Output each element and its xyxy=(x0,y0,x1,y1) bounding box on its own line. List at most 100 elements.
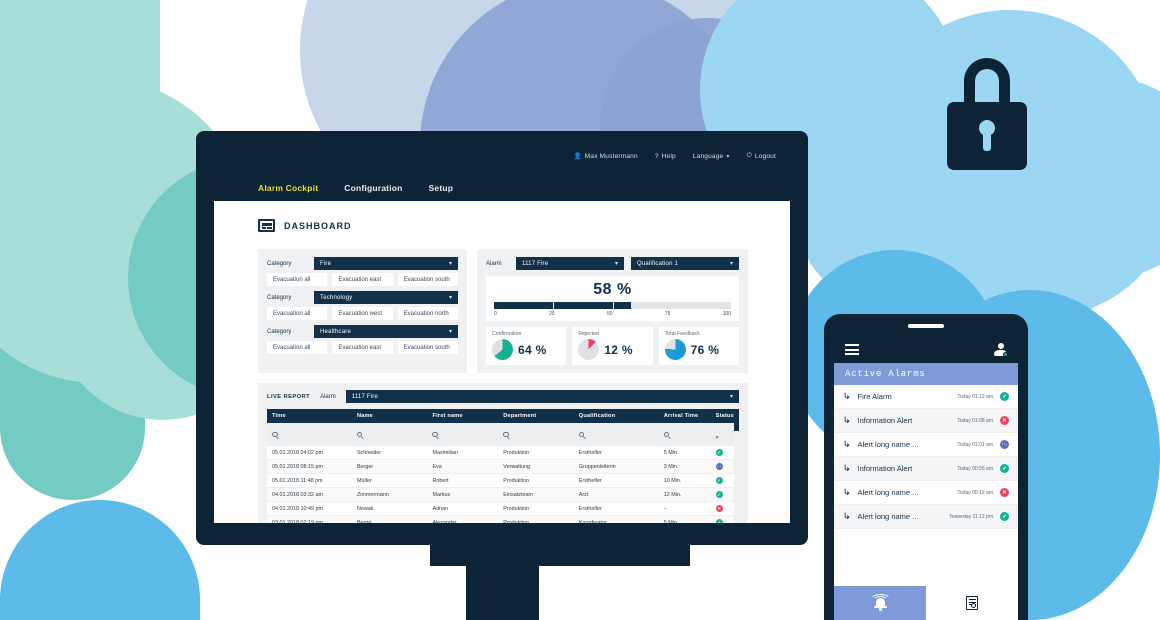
alarm-status-panel: Alarm 1117 Fire ▾ Qualification 1 ▾ 58 % xyxy=(477,249,748,373)
search-icon xyxy=(272,431,278,438)
column-header-department[interactable]: Department xyxy=(498,409,574,423)
category-value: Healthcare xyxy=(320,328,352,335)
table-scrollbar-thumb[interactable] xyxy=(734,409,739,431)
table-scrollbar[interactable] xyxy=(734,409,739,523)
cell-first-name: Maximilian xyxy=(427,446,499,460)
table-row[interactable]: 04.01.2018 10:49 pm Nowak Adrian Produktion… xyxy=(267,501,739,516)
question-mark-icon: ? xyxy=(654,152,659,160)
category-select-technology[interactable]: Technology ▾ xyxy=(314,291,458,304)
category-value: Fire xyxy=(320,260,332,267)
cell-qualification: Gruppenleiterin xyxy=(573,459,659,474)
live-report-table: Time Name First name Department Qualific… xyxy=(267,409,739,523)
column-header-qualification[interactable]: Qualification xyxy=(573,409,659,423)
cell-name: Schneider xyxy=(351,446,428,460)
live-report-title: LIVE REPORT xyxy=(267,393,311,400)
alarm-list-item[interactable]: ↳ Alert long name ... Yesterday 11:12 pm ✓ xyxy=(834,505,1018,529)
page-title-label: DASHBOARD xyxy=(284,220,352,231)
help-label: Help xyxy=(661,152,676,160)
language-label: Language xyxy=(692,152,724,160)
qualification-select[interactable]: Qualification 1 ▾ xyxy=(631,257,739,270)
nav-item-configuration[interactable]: Configuration xyxy=(344,183,402,193)
chevron-down-icon: ▾ xyxy=(729,261,733,267)
filter-cell-name[interactable] xyxy=(351,423,428,446)
column-header-time[interactable]: Time xyxy=(267,409,352,423)
alarm-selector-row: Alarm 1117 Fire ▾ Qualification 1 ▾ xyxy=(486,257,739,270)
nav-tab-alarms[interactable] xyxy=(834,586,926,620)
evacuation-button[interactable]: Evacuation north xyxy=(397,307,458,320)
mobile-alarm-list: ↳ Fire Alarm Today 01:12 am ✓ ↳ Information A… xyxy=(834,385,1018,529)
cell-department: Produktion xyxy=(498,446,574,460)
table-row[interactable]: 04.01.2018 03:32 am Zimmermann Markus Einsa… xyxy=(267,487,739,502)
bell-icon xyxy=(869,594,891,611)
cell-time: 04.01.2018 10:49 pm xyxy=(267,501,352,516)
dashboard-body: DASHBOARD Category Fire ▾ Evacuation all xyxy=(214,201,790,523)
hamburger-menu-icon[interactable] xyxy=(845,344,859,355)
alarm-status-badge: ✕ xyxy=(1000,488,1009,497)
table-header-row: Time Name First name Department Qualific… xyxy=(267,409,739,423)
evacuation-button[interactable]: Evacuation all xyxy=(267,341,328,354)
help-link[interactable]: ? Help xyxy=(655,153,676,160)
evacuation-button[interactable]: Evacuation south xyxy=(397,341,458,354)
category-select-fire[interactable]: Fire ▾ xyxy=(314,257,458,270)
filter-cell-arrival-time[interactable] xyxy=(658,423,711,446)
live-alarm-label: Alarm xyxy=(320,393,336,400)
nav-tab-log[interactable] xyxy=(926,586,1018,620)
alarm-list-item[interactable]: ↳ Fire Alarm Today 01:12 am ✓ xyxy=(834,385,1018,409)
table-row[interactable]: 05.01.2018 11:48 pm Müller Robert Produktio… xyxy=(267,473,739,488)
cell-department: Produktion xyxy=(498,473,574,488)
evacuation-button[interactable]: Evacuation west xyxy=(332,307,393,320)
column-header-name[interactable]: Name xyxy=(351,409,428,423)
live-alarm-select[interactable]: 1117 Fire ▾ xyxy=(345,390,739,403)
category-filter-panel: Category Fire ▾ Evacuation all Evacuatio… xyxy=(258,249,467,373)
gauge-value: 58 % xyxy=(593,281,632,298)
column-header-arrival-time[interactable]: Arrival Time xyxy=(658,409,711,423)
user-avatar-icon[interactable] xyxy=(994,343,1008,357)
cell-qualification: Ersthelfer xyxy=(573,501,659,516)
column-header-first-name[interactable]: First name xyxy=(427,409,499,423)
category-select-healthcare[interactable]: Healthcare ▾ xyxy=(314,325,458,338)
mobile-header xyxy=(834,336,1018,363)
category-row: Category Healthcare ▾ Evacuation all Eva… xyxy=(267,325,458,354)
filter-cell-first-name[interactable] xyxy=(427,423,499,446)
logout-link[interactable]: ⏻ Logout xyxy=(747,152,776,160)
filter-cell-department[interactable] xyxy=(498,423,574,446)
filter-cell-qualification[interactable] xyxy=(573,423,659,446)
alarm-time: Today 00:12 am xyxy=(957,489,993,496)
alarm-list-item[interactable]: ↳ Alert long name ... Today 01:01 am ··· xyxy=(834,433,1018,457)
user-name-label: Max Mustermann xyxy=(584,152,638,160)
language-selector[interactable]: Language ▾ xyxy=(693,153,730,160)
table-row[interactable]: 05.01.2018 08:15 pm Burger Eva Verwaltung Gr… xyxy=(267,459,739,474)
evacuation-button[interactable]: Evacuation south xyxy=(397,273,458,286)
alarm-label: Alarm xyxy=(486,260,502,267)
alarm-list-item[interactable]: ↳ Information Alert Today 00:55 am ✓ xyxy=(834,457,1018,481)
evacuation-button[interactable]: Evacuation all xyxy=(267,307,328,320)
cell-name: Bergé xyxy=(351,515,428,523)
nav-item-setup[interactable]: Setup xyxy=(429,183,454,193)
pie-chart-confirmation xyxy=(492,339,513,360)
table-row[interactable]: 05.01.2018 04:02 pm Schneider Maximilian Pr… xyxy=(267,446,739,460)
app-top-bar: 👤 Max Mustermann ? Help Language ▾ ⏻ Log… xyxy=(214,145,790,201)
gauge-tick: 25 xyxy=(549,311,555,317)
evacuation-button[interactable]: Evacuation east xyxy=(332,273,393,286)
pie-chart-total-feedback xyxy=(664,339,686,360)
status-badge: ··· xyxy=(715,463,723,470)
table-row[interactable]: 03.01.2018 02:19 pm Bergé Alexander Produkt… xyxy=(267,515,739,523)
nav-item-alarm-cockpit[interactable]: Alarm Cockpit xyxy=(258,183,318,193)
arrow-icon: ↳ xyxy=(842,391,851,401)
cell-first-name: Alexander xyxy=(427,515,499,523)
category-label: Category xyxy=(267,294,292,301)
donut-label: Confirmation xyxy=(492,331,522,337)
table-body: 05.01.2018 04:02 pm Schneider Maximilian Pr… xyxy=(267,446,739,523)
alarm-list-item[interactable]: ↳ Alert long name ... Today 00:12 am ✕ xyxy=(834,481,1018,505)
evacuation-button[interactable]: Evacuation all xyxy=(267,273,328,286)
chevron-down-icon: ▾ xyxy=(614,261,618,267)
user-account-link[interactable]: 👤 Max Mustermann xyxy=(574,152,638,161)
status-badge: ✓ xyxy=(715,519,723,523)
cell-time: 05.01.2018 04:02 pm xyxy=(267,446,352,460)
cloud-shape-sky-dark xyxy=(0,500,200,620)
alarm-list-item[interactable]: ↳ Information Alert Today 01:08 am ✕ xyxy=(834,409,1018,433)
pie-chart-rejected xyxy=(578,339,600,360)
alarm-select[interactable]: 1117 Fire ▾ xyxy=(516,257,624,270)
filter-cell-time[interactable] xyxy=(267,423,352,446)
evacuation-button[interactable]: Evacuation east xyxy=(332,341,393,354)
